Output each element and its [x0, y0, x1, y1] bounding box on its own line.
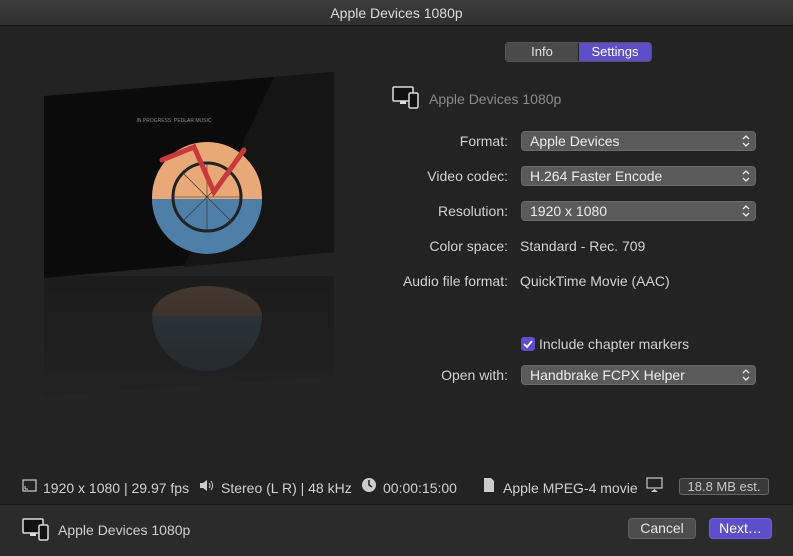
color-space-value: Standard - Rec. 709: [520, 238, 646, 254]
format-popup[interactable]: Apple Devices: [521, 131, 756, 151]
apple-devices-icon: [22, 518, 49, 541]
video-preview-thumbnail: IN PROGRESS: PEDLAR MUSIC: [44, 72, 334, 278]
video-codec-label: Video codec:: [427, 168, 508, 184]
format-value: Apple Devices: [530, 133, 620, 149]
audio-format-label: Audio file format:: [402, 273, 508, 289]
video-info: 1920 x 1080 | 29.97 fps: [43, 480, 190, 496]
next-button[interactable]: Next…: [709, 518, 772, 539]
resolution-value: 1920 x 1080: [530, 203, 608, 219]
display-icon: [646, 477, 663, 492]
tab-settings[interactable]: Settings: [579, 43, 651, 61]
info-settings-segmented-control: Info Settings: [505, 42, 652, 62]
open-with-label: Open with:: [441, 367, 508, 383]
duration: 00:00:15:00: [383, 480, 457, 496]
document-icon: [484, 478, 494, 492]
device-preset-name: Apple Devices 1080p: [429, 91, 562, 107]
open-with-popup[interactable]: Handbrake FCPX Helper: [521, 365, 756, 385]
window-title: Apple Devices 1080p: [0, 0, 793, 26]
open-with-value: Handbrake FCPX Helper: [530, 367, 685, 383]
file-type: Apple MPEG-4 movie: [503, 480, 638, 496]
format-label: Format:: [459, 133, 508, 149]
chapter-markers-label[interactable]: Include chapter markers: [539, 336, 689, 352]
preview-caption: IN PROGRESS: PEDLAR MUSIC: [136, 118, 211, 124]
share-settings-panel: Info Settings IN PROGRESS: PEDLAR MUSIC …: [0, 26, 793, 504]
color-space-label: Color space:: [429, 238, 508, 254]
cancel-button[interactable]: Cancel: [628, 518, 696, 539]
tab-info[interactable]: Info: [506, 43, 579, 61]
dialog-footer: Apple Devices 1080p Cancel Next…: [0, 504, 793, 556]
clock-icon: [362, 478, 376, 492]
video-codec-value: H.264 Faster Encode: [530, 168, 663, 184]
output-info-bar: 1920 x 1080 | 29.97 fps Stereo (L R) | 4…: [0, 474, 793, 502]
popup-arrows-icon: [742, 369, 750, 381]
resolution-label: Resolution:: [437, 203, 508, 219]
popup-arrows-icon: [742, 205, 750, 217]
preview-reflection: [44, 276, 334, 396]
footer-device-name: Apple Devices 1080p: [58, 522, 191, 538]
resolution-popup[interactable]: 1920 x 1080: [521, 201, 756, 221]
popup-arrows-icon: [742, 170, 750, 182]
popup-arrows-icon: [742, 135, 750, 147]
frame-size-icon: [22, 479, 37, 492]
audio-info: Stereo (L R) | 48 kHz: [221, 480, 352, 496]
chapter-markers-checkbox[interactable]: [521, 337, 535, 351]
apple-devices-icon: [392, 86, 419, 109]
size-estimate-badge: 18.8 MB est.: [679, 478, 769, 495]
audio-format-value: QuickTime Movie (AAC): [520, 273, 670, 289]
checkmark-icon: [523, 340, 533, 349]
video-codec-popup[interactable]: H.264 Faster Encode: [521, 166, 756, 186]
speaker-icon: [200, 480, 213, 491]
